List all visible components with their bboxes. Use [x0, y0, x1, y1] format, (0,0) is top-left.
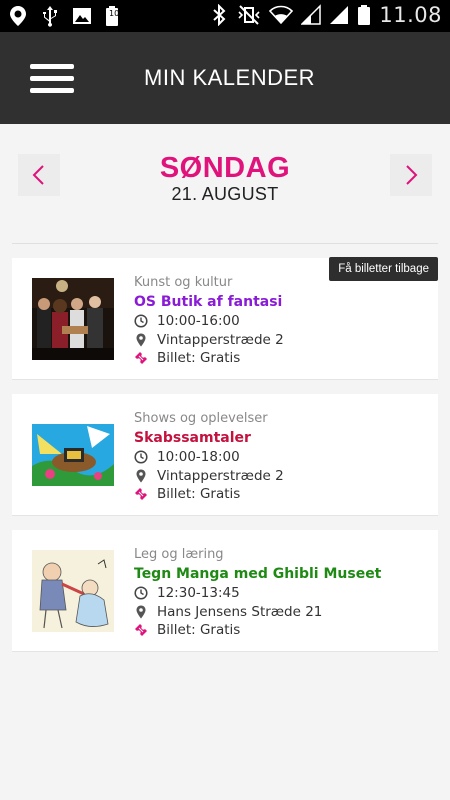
event-title[interactable]: Skabssamtaler — [134, 428, 428, 448]
image-icon — [73, 8, 91, 24]
event-thumbnail — [32, 278, 114, 360]
chevron-right-icon — [406, 165, 418, 185]
ticket-icon — [135, 352, 147, 365]
location-pin-icon — [136, 469, 146, 483]
battery-level-text: 100 — [109, 9, 125, 18]
next-day-button[interactable] — [390, 154, 432, 196]
battery-icon — [358, 5, 371, 25]
event-ticket: Billet: Gratis — [157, 350, 241, 367]
event-thumbnail — [32, 550, 114, 632]
event-title[interactable]: OS Butik af fantasi — [134, 292, 428, 312]
event-time-row: 10:00-16:00 — [134, 312, 428, 331]
hamburger-menu-icon[interactable] — [30, 64, 74, 94]
event-ticket-row: Billet: Gratis — [134, 349, 428, 368]
event-card[interactable]: Kunst og kultur OS Butik af fantasi 10:0… — [12, 257, 438, 380]
app-bar: MIN KALENDER — [0, 32, 450, 124]
page-title: MIN KALENDER — [144, 65, 316, 90]
event-ticket-row: Billet: Gratis — [134, 485, 428, 504]
event-category: Shows og oplevelser — [134, 411, 268, 426]
status-bar: 100 11.08 — [0, 0, 450, 32]
event-thumbnail — [32, 414, 114, 496]
day-date: 21. AUGUST — [171, 184, 279, 204]
divider — [12, 243, 438, 244]
vibrate-mute-icon — [238, 5, 260, 25]
wifi-icon — [269, 5, 294, 25]
event-category: Leg og læring — [134, 547, 224, 562]
event-time-row: 10:00-18:00 — [134, 448, 428, 467]
ticket-icon — [135, 488, 147, 501]
event-ticket-row: Billet: Gratis — [134, 621, 428, 640]
day-name: SØNDAG — [159, 152, 291, 184]
event-card[interactable]: Shows og oplevelser Skabssamtaler 10:00-… — [12, 394, 438, 516]
event-location-row: Hans Jensens Stræde 21 — [134, 603, 428, 622]
location-icon — [10, 6, 26, 26]
event-card[interactable]: Leg og læring Tegn Manga med Ghibli Muse… — [12, 530, 438, 652]
event-location-row: Vintapperstræde 2 — [134, 331, 428, 350]
date-navigator: SØNDAG 21. AUGUST — [0, 124, 450, 244]
event-time: 10:00-16:00 — [157, 313, 240, 330]
event-time: 12:30-13:45 — [157, 585, 240, 602]
event-time: 10:00-18:00 — [157, 449, 240, 466]
location-pin-icon — [136, 605, 146, 619]
location-pin-icon — [136, 333, 146, 347]
status-bar-clock: 11.08 — [379, 3, 442, 27]
event-location: Hans Jensens Stræde 21 — [157, 603, 323, 620]
bluetooth-icon — [213, 4, 226, 26]
event-title[interactable]: Tegn Manga med Ghibli Museet — [134, 564, 428, 584]
usb-icon — [43, 6, 57, 27]
clock-icon — [134, 314, 148, 328]
event-ticket: Billet: Gratis — [157, 486, 241, 503]
event-time-row: 12:30-13:45 — [134, 584, 428, 603]
event-location: Vintapperstræde 2 — [157, 467, 284, 484]
signal-icon — [301, 4, 322, 25]
clock-icon — [134, 586, 148, 600]
signal-icon — [330, 6, 349, 24]
event-location-row: Vintapperstræde 2 — [134, 467, 428, 486]
event-info: Leg og læring Tegn Manga med Ghibli Muse… — [134, 546, 428, 640]
event-info: Shows og oplevelser Skabssamtaler 10:00-… — [134, 410, 428, 504]
event-location: Vintapperstræde 2 — [157, 331, 284, 348]
clock-icon — [134, 450, 148, 464]
ticket-icon — [135, 624, 147, 637]
event-info: Kunst og kultur OS Butik af fantasi 10:0… — [134, 274, 428, 368]
few-tickets-left-badge[interactable]: Få billetter tilbage — [329, 257, 438, 281]
event-ticket: Billet: Gratis — [157, 622, 241, 639]
